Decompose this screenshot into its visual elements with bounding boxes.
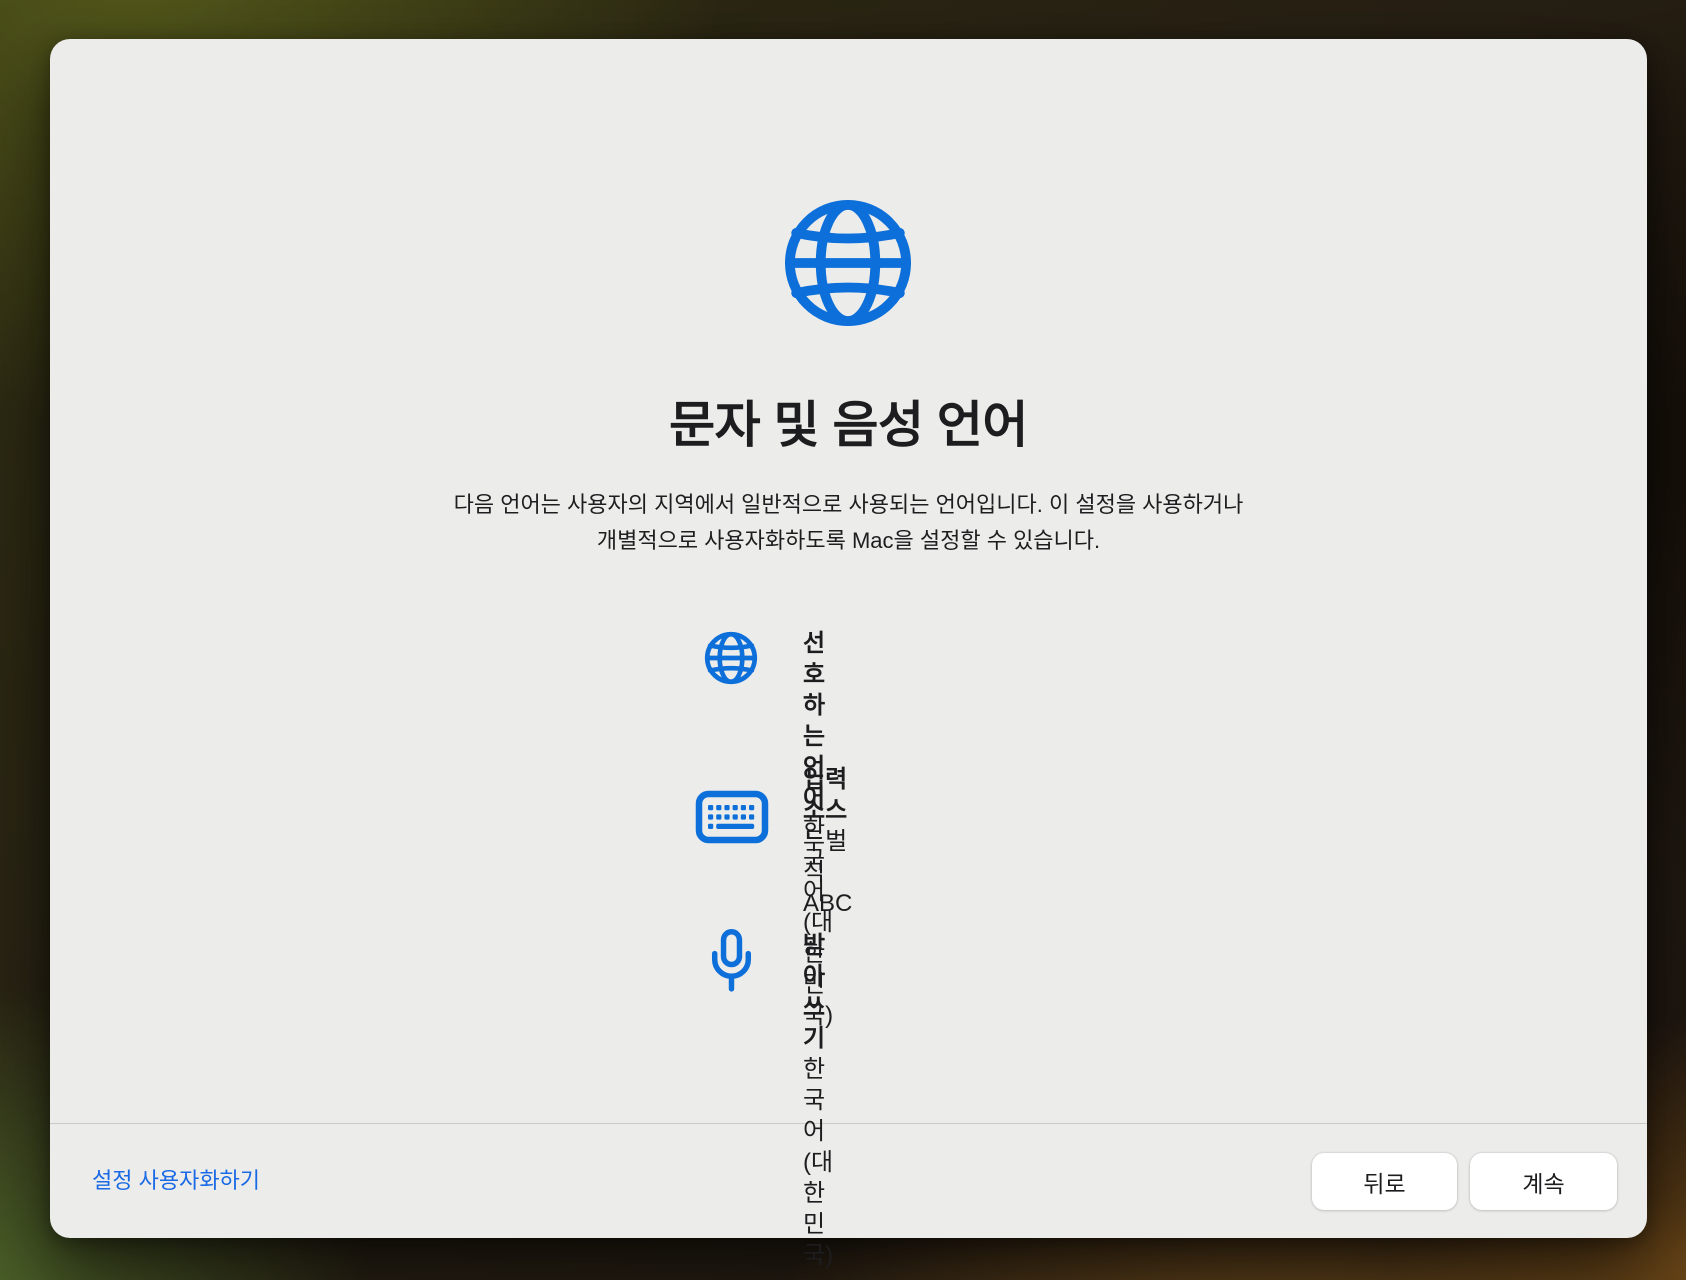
footer-divider xyxy=(50,1123,1647,1124)
setting-value: ABC xyxy=(803,888,852,919)
page-title: 문자 및 음성 언어 xyxy=(50,395,1647,455)
page-description-line1: 다음 언어는 사용자의 지역에서 일반적으로 사용되는 언어입니다. 이 설정을… xyxy=(50,487,1647,523)
continue-button[interactable]: 계속 xyxy=(1470,1153,1617,1210)
keyboard-icon xyxy=(695,790,769,844)
setting-label: 입력 소스 xyxy=(803,764,852,826)
page-description: 다음 언어는 사용자의 지역에서 일반적으로 사용되는 언어입니다. 이 설정을… xyxy=(50,487,1647,559)
globe-icon xyxy=(778,193,918,333)
setting-label: 받아쓰기 xyxy=(803,930,833,1054)
globe-icon xyxy=(702,629,760,687)
desktop-wallpaper: 문자 및 음성 언어 다음 언어는 사용자의 지역에서 일반적으로 사용되는 언… xyxy=(0,0,1686,1280)
back-button[interactable]: 뒤로 xyxy=(1312,1153,1457,1210)
page-description-line2: 개별적으로 사용자화하도록 Mac을 설정할 수 있습니다. xyxy=(50,523,1647,559)
setup-assistant-window: 문자 및 음성 언어 다음 언어는 사용자의 지역에서 일반적으로 사용되는 언… xyxy=(50,39,1647,1238)
setting-value: 한국어(대한민국) xyxy=(803,1054,833,1271)
microphone-icon xyxy=(708,928,755,996)
customize-settings-link[interactable]: 설정 사용자화하기 xyxy=(92,1167,260,1195)
setting-value: 두벌식 xyxy=(803,826,852,888)
